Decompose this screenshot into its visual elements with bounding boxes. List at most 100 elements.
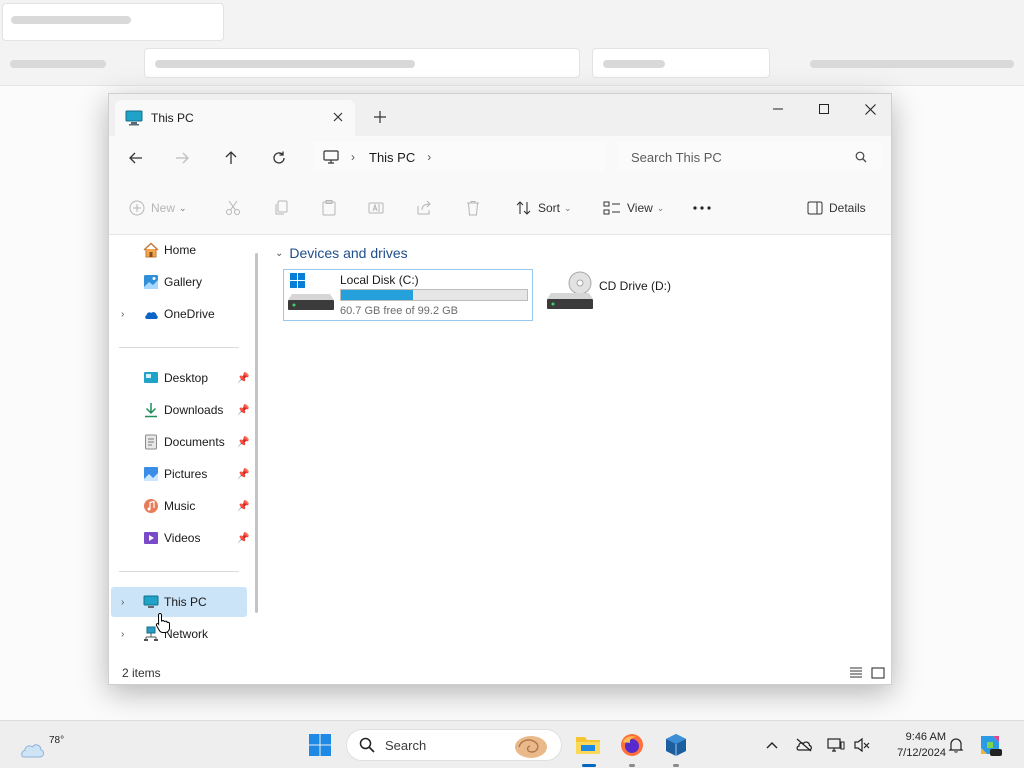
nav-item-onedrive[interactable]: › OneDrive bbox=[111, 299, 247, 329]
new-button[interactable]: New ⌄ bbox=[129, 195, 187, 221]
pin-icon[interactable]: 📌 bbox=[237, 437, 249, 448]
chevron-right-icon[interactable]: › bbox=[121, 309, 124, 320]
chevron-right-icon[interactable]: › bbox=[427, 150, 431, 164]
pin-icon[interactable]: 📌 bbox=[237, 501, 249, 512]
share-button[interactable] bbox=[416, 195, 432, 221]
downloads-icon bbox=[145, 403, 157, 418]
devices-group-header[interactable]: ⌄ Devices and drives bbox=[275, 245, 408, 261]
drive-free-space: 60.7 GB free of 99.2 GB bbox=[340, 305, 459, 317]
start-button[interactable] bbox=[304, 729, 336, 761]
taskbar-search-label: Search bbox=[385, 737, 427, 753]
copilot-icon bbox=[981, 736, 1002, 756]
nav-item-gallery[interactable]: Gallery bbox=[111, 267, 247, 297]
folder-icon bbox=[576, 737, 600, 754]
drive-name: CD Drive (D:) bbox=[599, 279, 671, 293]
pin-icon[interactable]: 📌 bbox=[237, 469, 249, 480]
paste-icon bbox=[322, 200, 336, 216]
cloud-offline-icon bbox=[796, 738, 812, 752]
nav-item-music[interactable]: Music 📌 bbox=[111, 491, 249, 521]
details-pane-icon bbox=[807, 201, 823, 215]
new-tab-button[interactable] bbox=[369, 106, 391, 128]
nav-item-this-pc[interactable]: › This PC bbox=[111, 587, 247, 617]
chevron-up-icon bbox=[766, 742, 778, 749]
rename-button[interactable] bbox=[368, 195, 384, 221]
nav-item-network[interactable]: › Network bbox=[111, 619, 247, 649]
nav-item-documents[interactable]: Documents 📌 bbox=[111, 427, 249, 457]
clock[interactable]: 9:46 AM 7/12/2024 bbox=[880, 729, 946, 761]
sort-button[interactable]: Sort ⌄ bbox=[516, 195, 572, 221]
nav-item-videos[interactable]: Videos 📌 bbox=[111, 523, 249, 553]
large-icons-view-icon[interactable] bbox=[871, 666, 885, 680]
chevron-down-icon: ⌄ bbox=[656, 202, 665, 213]
minimize-icon bbox=[773, 108, 783, 110]
nav-item-label: Downloads bbox=[164, 403, 224, 417]
close-tab-button[interactable] bbox=[327, 106, 349, 128]
view-button-label: View bbox=[627, 201, 653, 215]
onedrive-tray-button[interactable] bbox=[794, 735, 814, 755]
title-bar: This PC bbox=[109, 94, 891, 136]
virtualbox-icon bbox=[666, 734, 686, 756]
minimize-button[interactable] bbox=[755, 94, 801, 124]
delete-button[interactable] bbox=[465, 195, 481, 221]
details-pane-button[interactable]: Details bbox=[807, 195, 866, 221]
notifications-button[interactable] bbox=[946, 735, 966, 755]
nav-item-label: Pictures bbox=[164, 467, 208, 481]
network-wired-icon bbox=[827, 738, 845, 752]
cut-button[interactable] bbox=[225, 195, 241, 221]
maximize-button[interactable] bbox=[801, 94, 847, 124]
close-window-button[interactable] bbox=[847, 94, 893, 124]
nav-item-pictures[interactable]: Pictures 📌 bbox=[111, 459, 249, 489]
pin-icon[interactable]: 📌 bbox=[237, 405, 249, 416]
nav-scrollbar[interactable] bbox=[255, 253, 258, 613]
network-tray-button[interactable] bbox=[826, 735, 846, 755]
this-pc-icon bbox=[125, 110, 143, 126]
search-input[interactable]: Search This PC bbox=[617, 142, 881, 172]
paste-button[interactable] bbox=[321, 195, 337, 221]
chevron-right-icon[interactable]: › bbox=[121, 597, 124, 608]
refresh-button[interactable] bbox=[264, 144, 294, 172]
show-hidden-icons-button[interactable] bbox=[762, 735, 782, 755]
forward-button[interactable] bbox=[167, 144, 197, 172]
chevron-down-icon: ⌄ bbox=[275, 247, 284, 259]
drive-local-disk-c[interactable]: Local Disk (C:) 60.7 GB free of 99.2 GB bbox=[283, 269, 533, 321]
seashell-icon bbox=[515, 736, 547, 758]
see-more-button[interactable] bbox=[693, 195, 711, 221]
nav-item-label: Home bbox=[164, 243, 197, 257]
details-view-icon[interactable] bbox=[849, 666, 863, 680]
weather-widget[interactable]: 78° bbox=[18, 727, 64, 763]
copilot-button[interactable] bbox=[976, 731, 1004, 759]
tab-this-pc[interactable]: This PC bbox=[115, 100, 355, 136]
nav-item-label: OneDrive bbox=[164, 307, 215, 321]
rename-icon bbox=[368, 202, 384, 214]
drive-cd-d[interactable]: CD Drive (D:) bbox=[543, 269, 693, 321]
background-input-placeholder bbox=[144, 48, 580, 78]
volume-tray-button[interactable] bbox=[852, 735, 872, 755]
firefox-taskbar-button[interactable] bbox=[616, 729, 648, 761]
share-icon bbox=[417, 200, 431, 215]
drive-name: Local Disk (C:) bbox=[340, 273, 419, 287]
command-bar: New ⌄ Sort ⌄ View ⌄ Details bbox=[109, 180, 891, 235]
nav-item-home[interactable]: Home bbox=[111, 235, 247, 265]
view-button[interactable]: View ⌄ bbox=[603, 195, 664, 221]
file-explorer-taskbar-button[interactable] bbox=[572, 729, 604, 761]
search-icon bbox=[359, 737, 375, 753]
address-bar[interactable]: › This PC › bbox=[313, 142, 605, 172]
bell-icon bbox=[948, 738, 964, 753]
gallery-icon bbox=[144, 275, 158, 289]
clock-time: 9:46 AM bbox=[905, 731, 946, 743]
taskbar-search-box[interactable]: Search bbox=[346, 729, 562, 761]
onedrive-icon bbox=[145, 312, 158, 319]
pin-icon[interactable]: 📌 bbox=[237, 373, 249, 384]
pin-icon[interactable]: 📌 bbox=[237, 533, 249, 544]
nav-item-downloads[interactable]: Downloads 📌 bbox=[111, 395, 249, 425]
windows-logo-icon bbox=[309, 734, 331, 756]
copy-button[interactable] bbox=[273, 195, 289, 221]
chevron-right-icon[interactable]: › bbox=[121, 629, 124, 640]
virtualbox-taskbar-button[interactable] bbox=[660, 729, 692, 761]
trash-icon bbox=[467, 201, 479, 216]
up-button[interactable] bbox=[216, 144, 246, 172]
taskbar: 78° Search 9:46 AM 7/12/2024 bbox=[0, 720, 1024, 768]
breadcrumb-this-pc[interactable]: This PC bbox=[369, 150, 415, 165]
back-button[interactable] bbox=[121, 144, 151, 172]
nav-item-desktop[interactable]: Desktop 📌 bbox=[111, 363, 249, 393]
